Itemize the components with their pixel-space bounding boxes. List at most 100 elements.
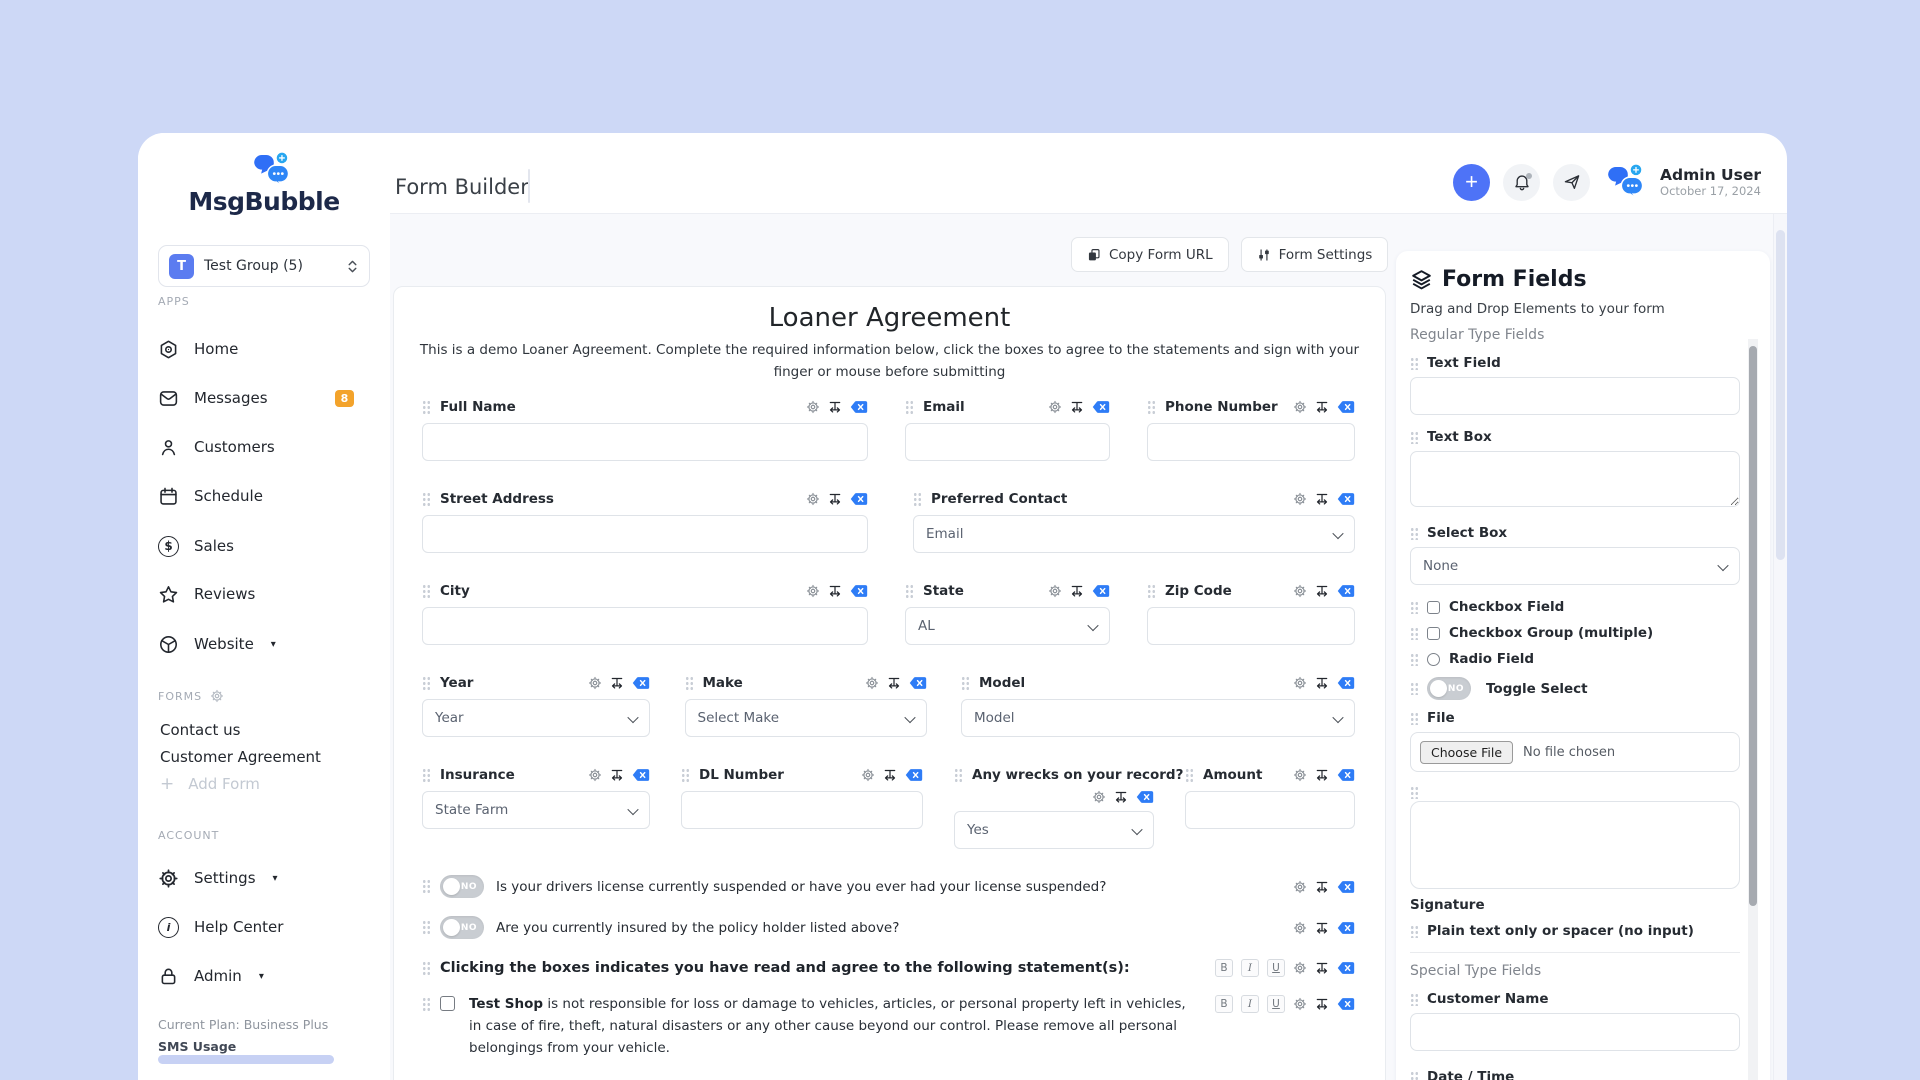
sidebar-item-reviews[interactable]: Reviews — [158, 582, 354, 606]
street-address-input[interactable] — [422, 515, 868, 553]
bold-button[interactable]: B — [1215, 995, 1233, 1013]
group-selector[interactable]: T Test Group (5) — [158, 245, 370, 287]
radio-icon[interactable] — [1427, 652, 1440, 666]
sidebar-form-contact-us[interactable]: Contact us — [160, 721, 240, 739]
drag-handle-icon[interactable] — [1410, 992, 1418, 1006]
sidebar-item-messages[interactable]: Messages 8 — [158, 386, 354, 410]
notifications-button[interactable] — [1503, 163, 1541, 201]
form-settings-button[interactable]: Form Settings — [1240, 237, 1389, 272]
drag-handle-icon[interactable] — [422, 767, 431, 783]
text-width-icon[interactable] — [828, 492, 842, 506]
drag-handle-icon[interactable] — [422, 960, 431, 976]
text-width-icon[interactable] — [1315, 768, 1329, 782]
drag-handle-icon[interactable] — [1410, 526, 1418, 540]
drag-handle-icon[interactable] — [954, 767, 963, 783]
toggle-switch[interactable]: NO — [440, 916, 484, 939]
text-width-icon[interactable] — [1315, 492, 1329, 506]
delete-field-icon[interactable] — [1337, 492, 1355, 506]
window-scrollbar-track[interactable] — [1773, 214, 1787, 1080]
delete-field-icon[interactable] — [1337, 768, 1355, 782]
drag-handle-icon[interactable] — [1410, 924, 1418, 938]
drag-handle-icon[interactable] — [422, 399, 431, 415]
delete-field-icon[interactable] — [1337, 997, 1355, 1011]
underline-button[interactable]: U — [1267, 959, 1285, 977]
palette-file[interactable]: File — [1410, 710, 1740, 726]
customer-name-preview-input[interactable] — [1410, 1013, 1740, 1051]
sidebar-item-help-center[interactable]: i Help Center — [158, 915, 354, 939]
delete-field-icon[interactable] — [632, 768, 650, 782]
text-width-icon[interactable] — [1315, 400, 1329, 414]
drag-handle-icon[interactable] — [961, 675, 970, 691]
forms-gear-icon[interactable] — [210, 689, 224, 703]
palette-text-field[interactable]: Text Field — [1410, 355, 1740, 371]
drag-handle-icon[interactable] — [422, 920, 431, 935]
delete-field-icon[interactable] — [850, 584, 868, 598]
palette-select-box[interactable]: Select Box — [1410, 525, 1740, 541]
italic-button[interactable]: I — [1241, 959, 1259, 977]
drag-handle-icon[interactable] — [1410, 682, 1418, 695]
select-box-preview[interactable]: None — [1410, 547, 1740, 585]
phone-input[interactable] — [1147, 423, 1355, 461]
gear-icon[interactable] — [806, 584, 820, 598]
delete-field-icon[interactable] — [1337, 584, 1355, 598]
sidebar-item-website[interactable]: Website ▾ — [158, 632, 354, 656]
delete-field-icon[interactable] — [1337, 400, 1355, 414]
city-input[interactable] — [422, 607, 868, 645]
text-width-icon[interactable] — [610, 768, 624, 782]
panel-scrollbar-thumb[interactable] — [1749, 346, 1757, 906]
text-width-icon[interactable] — [1070, 584, 1084, 598]
preferred-contact-select[interactable]: Email — [913, 515, 1355, 553]
bold-button[interactable]: B — [1215, 959, 1233, 977]
delete-field-icon[interactable] — [909, 676, 927, 690]
dl-number-input[interactable] — [681, 791, 923, 829]
gear-icon[interactable] — [1293, 584, 1307, 598]
gear-icon[interactable] — [1293, 997, 1307, 1011]
choose-file-button[interactable]: Choose File — [1420, 740, 1514, 764]
full-name-input[interactable] — [422, 423, 868, 461]
checkbox-icon[interactable] — [1427, 600, 1440, 614]
text-width-icon[interactable] — [828, 400, 842, 414]
palette-checkbox-group[interactable]: Checkbox Group (multiple) — [1410, 625, 1740, 641]
delete-field-icon[interactable] — [1092, 584, 1110, 598]
palette-signature[interactable] — [1410, 786, 1740, 799]
drag-handle-icon[interactable] — [1410, 430, 1418, 444]
gear-icon[interactable] — [1048, 400, 1062, 414]
delete-field-icon[interactable] — [850, 492, 868, 506]
drag-handle-icon[interactable] — [913, 491, 922, 507]
drag-handle-icon[interactable] — [422, 491, 431, 507]
drag-handle-icon[interactable] — [422, 583, 431, 599]
toggle-switch[interactable]: NO — [1427, 677, 1471, 700]
gear-icon[interactable] — [806, 492, 820, 506]
text-box-preview-textarea[interactable] — [1410, 451, 1740, 507]
gear-icon[interactable] — [1293, 768, 1307, 782]
checkbox-icon[interactable] — [1427, 626, 1440, 640]
palette-date-time[interactable]: Date / Time — [1410, 1069, 1740, 1080]
gear-icon[interactable] — [865, 676, 879, 690]
gear-icon[interactable] — [806, 400, 820, 414]
zip-input[interactable] — [1147, 607, 1355, 645]
gear-icon[interactable] — [1293, 921, 1307, 935]
text-width-icon[interactable] — [1114, 790, 1128, 804]
gear-icon[interactable] — [1092, 790, 1106, 804]
drag-handle-icon[interactable] — [422, 879, 431, 894]
drag-handle-icon[interactable] — [1410, 1070, 1418, 1080]
drag-handle-icon[interactable] — [1410, 356, 1418, 370]
drag-handle-icon[interactable] — [905, 399, 914, 415]
amount-input[interactable] — [1185, 791, 1355, 829]
drag-handle-icon[interactable] — [422, 997, 431, 1012]
gear-icon[interactable] — [588, 676, 602, 690]
user-info[interactable]: Admin User October 17, 2024 — [1660, 166, 1761, 199]
delete-field-icon[interactable] — [1092, 400, 1110, 414]
sidebar-item-home[interactable]: Home — [158, 337, 354, 361]
underline-button[interactable]: U — [1267, 995, 1285, 1013]
sidebar-item-admin[interactable]: Admin ▾ — [158, 964, 354, 988]
text-width-icon[interactable] — [1315, 961, 1329, 975]
year-select[interactable]: Year — [422, 699, 650, 737]
delete-field-icon[interactable] — [850, 400, 868, 414]
drag-handle-icon[interactable] — [1410, 711, 1418, 725]
panel-scrollbar-track[interactable] — [1748, 339, 1758, 1080]
gear-icon[interactable] — [1048, 584, 1062, 598]
sidebar-item-customers[interactable]: Customers — [158, 435, 354, 459]
delete-field-icon[interactable] — [632, 676, 650, 690]
drag-handle-icon[interactable] — [1410, 786, 1418, 799]
